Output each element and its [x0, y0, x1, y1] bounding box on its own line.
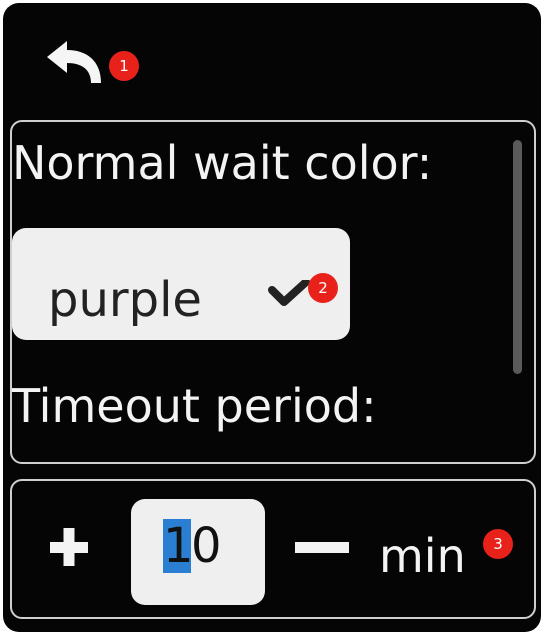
increment-button[interactable]	[47, 521, 103, 577]
timeout-value-remaining-digit: 0	[191, 518, 222, 574]
plus-icon	[50, 528, 88, 566]
back-button[interactable]	[41, 31, 111, 91]
chevron-down-icon	[268, 280, 310, 306]
device-screen: 1 Normal wait color: purple 2 Timeout pe…	[3, 3, 541, 632]
timeout-unit-label: min	[379, 529, 466, 583]
timeout-value-selected-digit: 1	[163, 518, 194, 574]
back-arrow-icon	[47, 41, 101, 83]
decrement-button[interactable]	[293, 521, 353, 577]
scrollbar[interactable]	[513, 140, 522, 374]
wait-color-label: Normal wait color:	[12, 136, 433, 190]
annotation-badge-3: 3	[483, 529, 513, 559]
annotation-badge-2: 2	[308, 273, 338, 303]
annotation-badge-1: 1	[109, 51, 139, 81]
wait-color-value: purple	[48, 272, 202, 328]
timeout-value-input[interactable]: 1 0	[131, 499, 265, 605]
wait-color-select[interactable]: purple	[12, 228, 350, 340]
timeout-label: Timeout period:	[12, 379, 377, 433]
minus-icon	[295, 542, 349, 553]
